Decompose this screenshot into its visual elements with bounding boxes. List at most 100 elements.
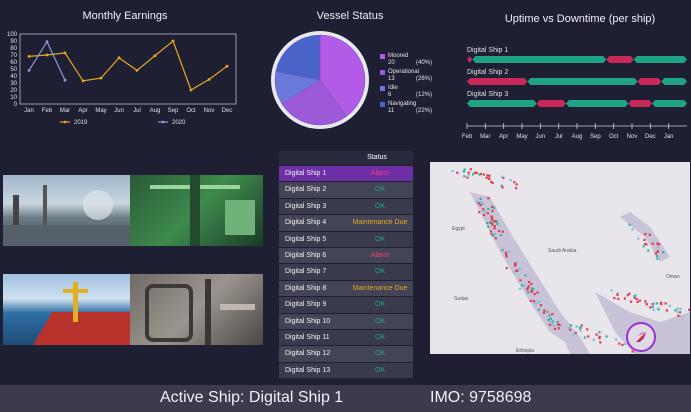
uptime-ship-label: Digital Ship 2: [467, 69, 508, 76]
status-row[interactable]: Digital Ship 6 Alarm: [279, 246, 413, 264]
vessel-marker: [542, 311, 545, 314]
vessel-marker: [662, 251, 665, 254]
ship-status: Maintenance Due: [352, 284, 408, 292]
vessel-marker: [477, 202, 480, 205]
vessel-marker: [456, 171, 459, 174]
vessel-marker: [545, 310, 548, 313]
vessel-marker: [514, 187, 518, 190]
status-row[interactable]: Digital Ship 1 Alarm: [279, 165, 413, 182]
earnings-x-tick: Jun: [114, 108, 124, 114]
vessel-marker: [494, 220, 497, 223]
ship-status: OK: [374, 366, 386, 374]
vessel-marker: [610, 289, 613, 292]
map-label-saudi: Saudi Arabia: [548, 248, 577, 254]
vessel-marker: [551, 323, 554, 326]
vessel-marker: [553, 324, 556, 327]
vessel-marker: [474, 171, 477, 174]
uptime-month-label: Jun: [535, 134, 545, 140]
status-row[interactable]: Digital Ship 10 OK: [279, 312, 413, 329]
earnings-y-tick: 0: [14, 102, 18, 108]
vessel-marker: [537, 308, 541, 311]
vessel-marker: [623, 342, 626, 346]
status-row[interactable]: Digital Ship 11 OK: [279, 328, 413, 346]
uptime-month-label: Oct: [609, 134, 619, 140]
vessel-marker: [592, 338, 595, 341]
vessel-marker: [501, 186, 504, 189]
vessel-marker: [553, 327, 557, 331]
earnings-chart: 1009080706050403020100 Jan Feb Mar Apr May Ju…: [7, 32, 237, 126]
status-row[interactable]: Digital Ship 7 OK: [279, 263, 413, 280]
ship-status: OK: [374, 317, 386, 325]
vessel-marker: [665, 309, 669, 312]
vessel-marker: [513, 264, 517, 267]
legend-marker-2019: [63, 120, 67, 124]
vessel-marker: [467, 173, 470, 176]
ship-photo-machinery: [130, 274, 263, 345]
vessel-marker: [491, 209, 494, 213]
earnings-y-tick: 60: [10, 60, 17, 66]
vessel-marker: [493, 227, 496, 230]
uptime-ship-label: Digital Ship 3: [467, 91, 508, 98]
earnings-x-tick: Feb: [42, 108, 53, 114]
earnings-point: [63, 78, 67, 82]
vessel-marker: [485, 176, 488, 179]
status-row[interactable]: Digital Ship 2 OK: [279, 181, 413, 198]
status-row[interactable]: Digital Ship 4 Maintenance Due: [279, 214, 413, 231]
vessel-map[interactable]: Egypt Saudi Arabia Sudan Oman Ethiopia: [430, 162, 690, 354]
uptime-segment-up: [472, 56, 607, 63]
legend-item-operational: Operational 13 (26%): [380, 69, 432, 83]
status-table-header: Status: [279, 151, 413, 165]
vessel-marker: [494, 237, 497, 240]
status-row[interactable]: Digital Ship 9 OK: [279, 296, 413, 313]
status-row[interactable]: Digital Ship 3 OK: [279, 197, 413, 215]
vessel-marker: [626, 294, 629, 297]
vessel-marker: [649, 306, 652, 309]
status-row[interactable]: Digital Ship 13 OK: [279, 361, 413, 379]
ship-name: Digital Ship 7: [285, 268, 327, 276]
vessel-marker: [628, 223, 631, 226]
vessel-marker: [637, 237, 640, 240]
vessel-status-pie: [271, 31, 369, 129]
vessel-marker: [524, 274, 527, 277]
status-row[interactable]: Digital Ship 5 OK: [279, 230, 413, 247]
earnings-point: [81, 79, 85, 83]
vessel-marker: [479, 203, 482, 207]
vessel-marker: [644, 233, 647, 236]
vessel-marker: [658, 243, 661, 246]
ship-status: Maintenance Due: [352, 219, 408, 227]
uptime-segment-up: [467, 100, 537, 107]
vessel-marker: [498, 229, 501, 233]
earnings-y-tick: 20: [10, 88, 17, 94]
earnings-x-tick: Jan: [24, 108, 34, 114]
vessel-marker: [499, 234, 503, 237]
ship-name: Digital Ship 12: [285, 350, 331, 358]
uptime-month-label: May: [516, 134, 527, 140]
vessel-marker: [478, 211, 481, 214]
legend-swatch: [380, 102, 385, 107]
ship-name: Digital Ship 9: [285, 301, 327, 309]
earnings-x-tick: Aug: [150, 108, 161, 114]
status-row[interactable]: Digital Ship 12 OK: [279, 345, 413, 362]
earnings-point: [45, 53, 49, 57]
imo-label: IMO: 9758698: [430, 389, 532, 406]
vessel-marker: [618, 342, 621, 345]
legend-label: Navigating: [388, 101, 417, 107]
uptime-segment-down: [637, 78, 662, 85]
legend-text: Idle 6: [388, 85, 414, 99]
vessel-marker: [636, 300, 639, 304]
vessel-marker: [569, 328, 572, 331]
earnings-point: [45, 40, 49, 44]
status-row[interactable]: Digital Ship 8 Maintenance Due: [279, 279, 413, 297]
vessel-marker: [655, 254, 658, 258]
earnings-y-tick: 50: [10, 67, 17, 73]
uptime-segment-down: [606, 56, 634, 63]
vessel-marker: [539, 304, 543, 307]
vessel-marker: [487, 225, 490, 228]
vessel-marker: [469, 168, 472, 171]
vessel-marker: [490, 218, 493, 221]
vessel-marker: [482, 213, 486, 217]
vessel-marker: [635, 297, 638, 301]
vessel-marker: [527, 280, 531, 284]
legend-swatch: [380, 70, 385, 75]
rocket-icon[interactable]: [626, 322, 656, 352]
